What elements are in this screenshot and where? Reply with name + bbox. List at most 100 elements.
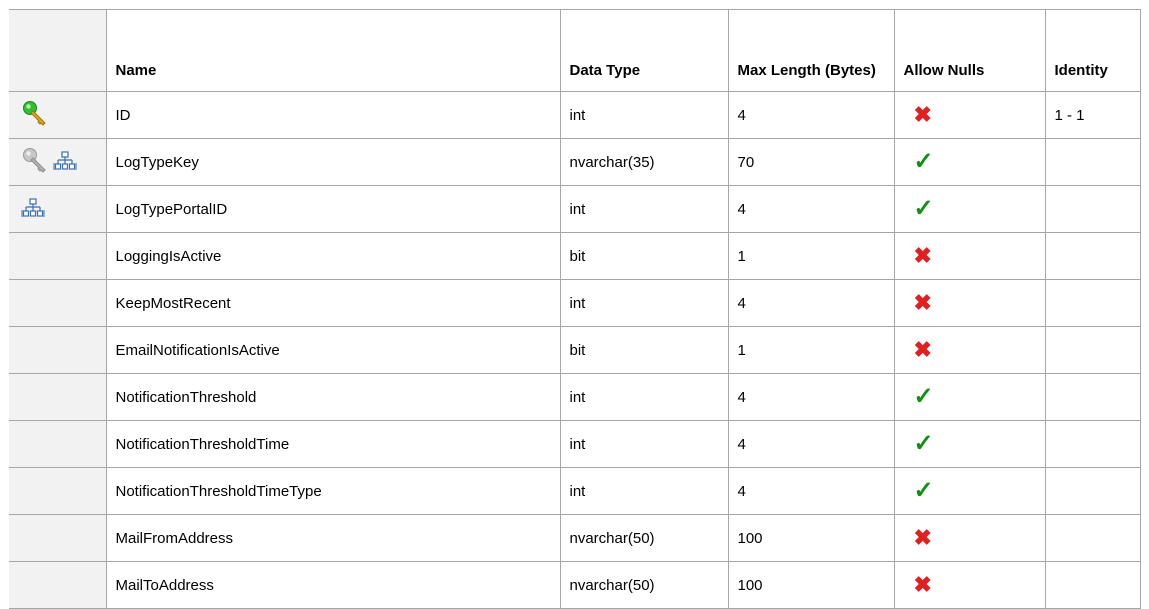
row-icon-cell bbox=[9, 232, 107, 280]
column-name: LogTypePortalID bbox=[105, 185, 561, 233]
column-name: ID bbox=[105, 91, 561, 139]
checkmark-icon: ✓ bbox=[913, 477, 934, 504]
header-icon-col bbox=[9, 9, 107, 92]
row-icon-cell bbox=[9, 91, 107, 139]
identity: 1 - 1 bbox=[1044, 91, 1141, 139]
checkmark-icon: ✓ bbox=[913, 195, 934, 222]
data-type: nvarchar(35) bbox=[559, 138, 729, 186]
data-type: int bbox=[559, 279, 729, 327]
data-type: int bbox=[559, 420, 729, 468]
identity bbox=[1044, 561, 1141, 609]
row-icons bbox=[21, 197, 105, 221]
max-length: 4 bbox=[727, 185, 895, 233]
table-row: NotificationThresholdTime int 4 ✓ bbox=[9, 420, 1141, 468]
table-row: EmailNotificationIsActive bit 1 ✖ bbox=[9, 326, 1141, 374]
row-icons bbox=[21, 100, 105, 130]
header-row: Name Data Type Max Length (Bytes) Allow … bbox=[9, 9, 1141, 92]
checkmark-icon: ✓ bbox=[913, 430, 934, 457]
column-name: MailFromAddress bbox=[105, 514, 561, 562]
cross-icon: ✖ bbox=[913, 525, 932, 550]
key-icon bbox=[21, 147, 51, 177]
allow-nulls: ✖ bbox=[893, 232, 1046, 280]
row-icon-cell bbox=[9, 561, 107, 609]
allow-nulls: ✓ bbox=[893, 138, 1046, 186]
header-max-length: Max Length (Bytes) bbox=[727, 9, 895, 92]
data-type: bit bbox=[559, 232, 729, 280]
row-icon-cell bbox=[9, 373, 107, 421]
header-name: Name bbox=[105, 9, 561, 92]
cross-icon: ✖ bbox=[913, 290, 932, 315]
table-row: NotificationThreshold int 4 ✓ bbox=[9, 373, 1141, 421]
column-name: KeepMostRecent bbox=[105, 279, 561, 327]
row-icon-cell bbox=[9, 420, 107, 468]
identity bbox=[1044, 185, 1141, 233]
max-length: 100 bbox=[727, 514, 895, 562]
data-type: nvarchar(50) bbox=[559, 514, 729, 562]
cross-icon: ✖ bbox=[913, 243, 932, 268]
allow-nulls: ✓ bbox=[893, 373, 1046, 421]
table-row: MailFromAddress nvarchar(50) 100 ✖ bbox=[9, 514, 1141, 562]
data-type: int bbox=[559, 467, 729, 515]
table-row: ID int 4 ✖ 1 - 1 bbox=[9, 91, 1141, 139]
relationship-icon bbox=[53, 150, 77, 174]
allow-nulls: ✖ bbox=[893, 514, 1046, 562]
allow-nulls: ✓ bbox=[893, 185, 1046, 233]
row-icon-cell bbox=[9, 279, 107, 327]
table-row: LogTypePortalID int 4 ✓ bbox=[9, 185, 1141, 233]
max-length: 70 bbox=[727, 138, 895, 186]
identity bbox=[1044, 138, 1141, 186]
checkmark-icon: ✓ bbox=[913, 148, 934, 175]
column-name: NotificationThreshold bbox=[105, 373, 561, 421]
table-row: LogTypeKey nvarchar(35) 70 ✓ bbox=[9, 138, 1141, 186]
allow-nulls: ✖ bbox=[893, 561, 1046, 609]
allow-nulls: ✖ bbox=[893, 279, 1046, 327]
allow-nulls: ✓ bbox=[893, 467, 1046, 515]
column-name: LogTypeKey bbox=[105, 138, 561, 186]
allow-nulls: ✓ bbox=[893, 420, 1046, 468]
primary-key-icon bbox=[21, 100, 51, 130]
row-icon-cell bbox=[9, 185, 107, 233]
header-allow-nulls: Allow Nulls bbox=[893, 9, 1046, 92]
columns-table: Name Data Type Max Length (Bytes) Allow … bbox=[9, 9, 1141, 609]
column-name: NotificationThresholdTimeType bbox=[105, 467, 561, 515]
table-row: MailToAddress nvarchar(50) 100 ✖ bbox=[9, 561, 1141, 609]
max-length: 4 bbox=[727, 91, 895, 139]
table-row: NotificationThresholdTimeType int 4 ✓ bbox=[9, 467, 1141, 515]
identity bbox=[1044, 326, 1141, 374]
max-length: 1 bbox=[727, 232, 895, 280]
table-body: ID int 4 ✖ 1 - 1 LogTypeKey nvarchar(35) 70 ✓ Log… bbox=[9, 91, 1141, 609]
data-type: bit bbox=[559, 326, 729, 374]
data-type: int bbox=[559, 185, 729, 233]
relationship-icon bbox=[21, 197, 45, 221]
identity bbox=[1044, 514, 1141, 562]
checkmark-icon: ✓ bbox=[913, 383, 934, 410]
row-icon-cell bbox=[9, 467, 107, 515]
identity bbox=[1044, 467, 1141, 515]
header-identity: Identity bbox=[1044, 9, 1141, 92]
row-icon-cell bbox=[9, 138, 107, 186]
max-length: 4 bbox=[727, 373, 895, 421]
allow-nulls: ✖ bbox=[893, 91, 1046, 139]
cross-icon: ✖ bbox=[913, 572, 932, 597]
column-name: LoggingIsActive bbox=[105, 232, 561, 280]
cross-icon: ✖ bbox=[913, 102, 932, 127]
identity bbox=[1044, 279, 1141, 327]
data-type: int bbox=[559, 91, 729, 139]
max-length: 4 bbox=[727, 279, 895, 327]
identity bbox=[1044, 373, 1141, 421]
identity bbox=[1044, 420, 1141, 468]
data-type: int bbox=[559, 373, 729, 421]
max-length: 100 bbox=[727, 561, 895, 609]
identity bbox=[1044, 232, 1141, 280]
column-name: MailToAddress bbox=[105, 561, 561, 609]
row-icon-cell bbox=[9, 326, 107, 374]
cross-icon: ✖ bbox=[913, 337, 932, 362]
column-name: EmailNotificationIsActive bbox=[105, 326, 561, 374]
allow-nulls: ✖ bbox=[893, 326, 1046, 374]
table-row: KeepMostRecent int 4 ✖ bbox=[9, 279, 1141, 327]
page: Name Data Type Max Length (Bytes) Allow … bbox=[0, 0, 1149, 609]
max-length: 4 bbox=[727, 420, 895, 468]
row-icon-cell bbox=[9, 514, 107, 562]
max-length: 4 bbox=[727, 467, 895, 515]
table-row: LoggingIsActive bit 1 ✖ bbox=[9, 232, 1141, 280]
